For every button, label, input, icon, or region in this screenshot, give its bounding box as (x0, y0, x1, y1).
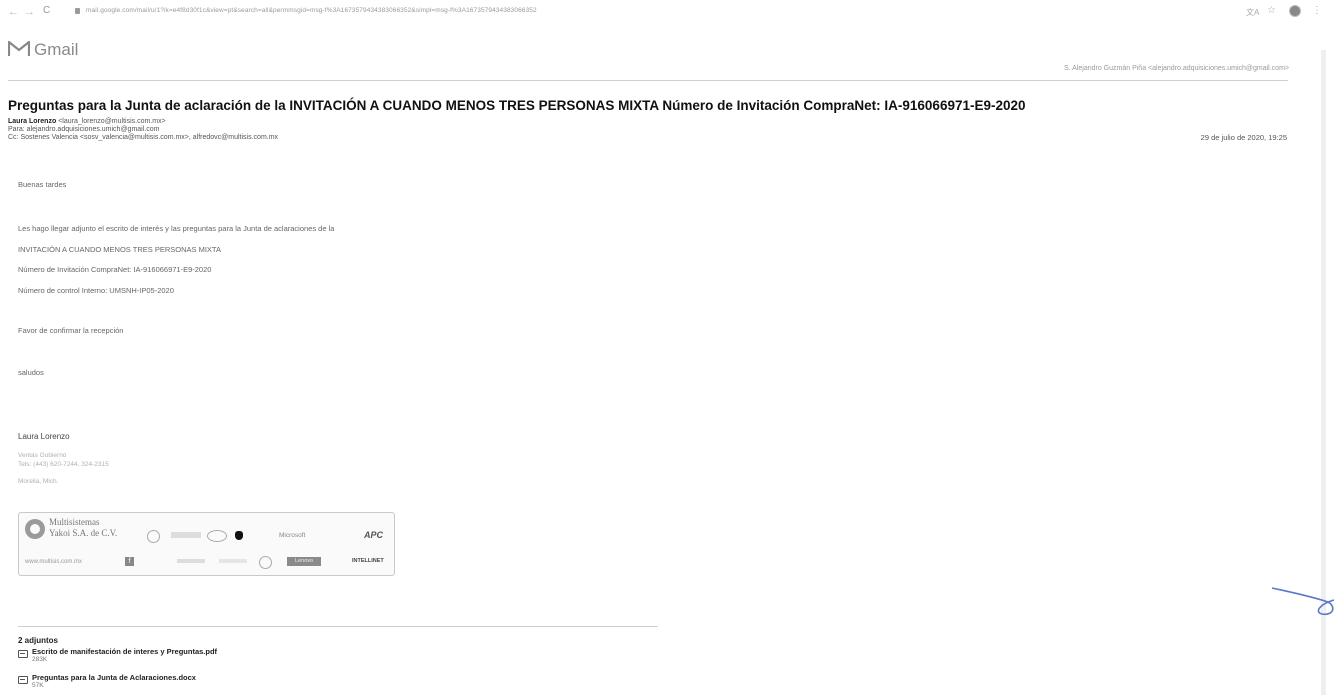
sender-address: <laura_lorenzo@multisis.com.mx> (58, 118, 166, 125)
body-line: INVITACIÓN A CUANDO MENOS TRES PERSONAS … (18, 245, 221, 254)
gmail-logo[interactable]: Gmail (8, 40, 98, 62)
attachment-name[interactable]: Preguntas para la Junta de Aclaraciones.… (32, 673, 196, 682)
attachment-icon (18, 650, 28, 658)
body-line: Les hago llegar adjunto el escrito de in… (18, 224, 335, 233)
attachments-heading: 2 adjuntos (18, 636, 59, 645)
company-name: Multisistemas (49, 517, 100, 527)
forward-button[interactable]: → (24, 6, 35, 18)
address-bar[interactable]: mail.google.com/mail/u/1?ik=e4f8d30f1c&v… (86, 7, 537, 14)
greeting-text: Buenas tardes (18, 180, 67, 189)
brand-logo (219, 559, 247, 563)
body-line: Número de Invitación CompraNet: IA-91606… (18, 265, 212, 274)
back-button[interactable]: ← (8, 6, 19, 18)
gmail-m-icon (8, 40, 30, 56)
signature-dept: Ventas Gobierno (18, 452, 67, 459)
sender: Laura Lorenzo <laura_lorenzo@multisis.co… (8, 118, 278, 126)
attachment-size: 57K (32, 682, 44, 689)
brand-logo (177, 559, 205, 563)
facebook-icon[interactable]: f (125, 557, 134, 566)
email-headers: Laura Lorenzo <laura_lorenzo@multisis.co… (8, 118, 278, 142)
menu-icon[interactable]: ⋮ (1312, 5, 1322, 16)
intellinet-logo: INTELLINET (352, 558, 384, 564)
dell-logo-icon (259, 556, 272, 569)
brand-logo (171, 532, 201, 538)
reload-button[interactable]: C (43, 5, 50, 16)
gmail-wordmark: Gmail (34, 40, 79, 59)
signature-banner: Multisistemas Yakoi S.A. de C.V. Microso… (18, 512, 395, 576)
company-website[interactable]: www.multisis.com.mx (25, 559, 82, 565)
pen-mark (1271, 587, 1335, 616)
signature-city: Morelia, Mich. (18, 478, 59, 485)
body-line: Favor de confirmar la recepción (18, 326, 124, 335)
attachment-icon (18, 676, 28, 684)
star-icon[interactable]: ☆ (1267, 5, 1276, 16)
extension-icon[interactable] (1289, 5, 1301, 17)
intel-logo-icon (207, 530, 227, 542)
apple-logo-icon (235, 531, 243, 540)
apc-logo: APC (364, 530, 384, 540)
email-date: 29 de julio de 2020, 19:25 (1200, 133, 1287, 142)
to-line: Para: alejandro.adquisiciones.umich@gmai… (8, 126, 160, 133)
email-subject: Preguntas para la Junta de aclaración de… (8, 98, 1026, 113)
attachment-size: 283K (32, 656, 48, 663)
closing-text: saludos (18, 368, 44, 377)
attachments-divider (18, 626, 658, 627)
signature-name: Laura Lorenzo (18, 432, 70, 441)
lock-icon (75, 8, 80, 14)
body-line: Número de control Interno: UMSNH-IP05-20… (18, 286, 174, 295)
signature-phone: Tels: (443) 620-7244, 324-2315 (18, 461, 109, 468)
translate-icon[interactable]: 文A (1246, 7, 1259, 18)
hp-logo-icon (147, 530, 160, 543)
company-legal-name: Yakoi S.A. de C.V. (49, 528, 118, 538)
account-info: S. Alejandro Guzmán Piña <alejandro.adqu… (1063, 65, 1289, 72)
browser-toolbar: ← → C mail.google.com/mail/u/1?ik=e4f8d3… (0, 0, 1337, 26)
header-divider (8, 80, 1288, 81)
company-logo-icon (25, 519, 45, 539)
sender-name: Laura Lorenzo (8, 118, 57, 125)
attachment-name[interactable]: Escrito de manifestación de interes y Pr… (32, 647, 217, 656)
microsoft-logo: Microsoft (279, 532, 306, 539)
cc-line: Cc: Sostenes Valencia <sosv_valencia@mul… (8, 134, 279, 141)
lenovo-logo: Lenovo (287, 557, 321, 566)
